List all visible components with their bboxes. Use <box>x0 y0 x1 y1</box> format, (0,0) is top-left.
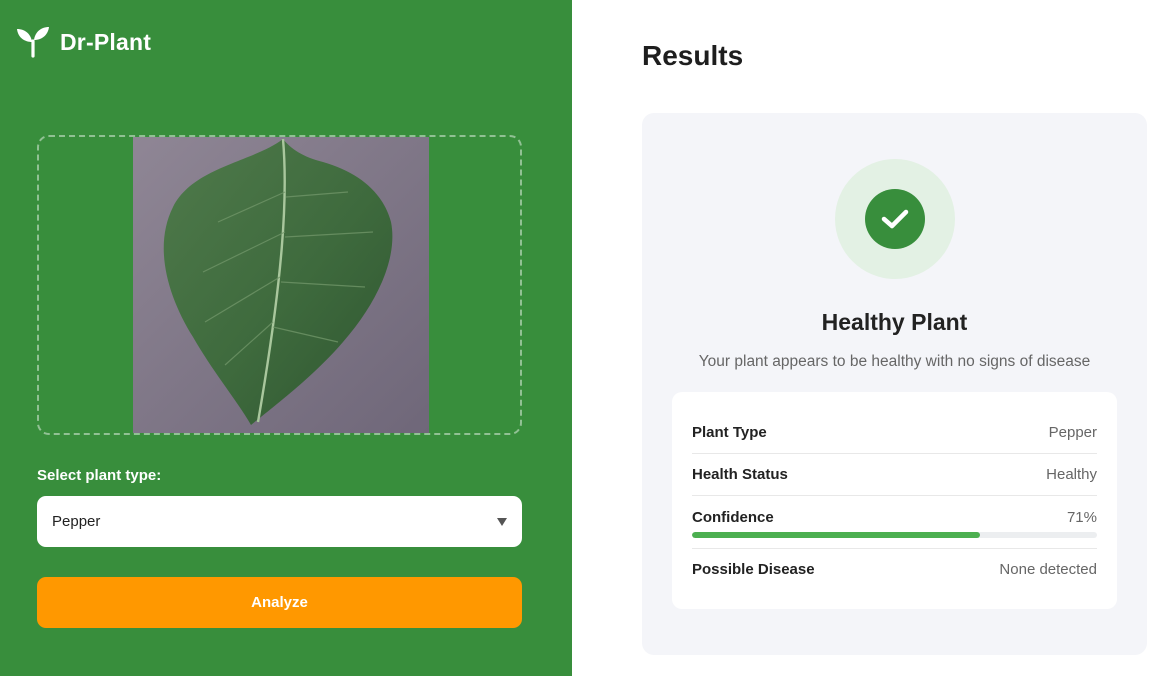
detail-value: Healthy <box>1046 466 1097 483</box>
sprout-icon <box>17 27 49 58</box>
brand[interactable]: Dr-Plant <box>16 26 151 58</box>
detail-label: Possible Disease <box>692 561 815 578</box>
results-title: Results <box>642 40 744 71</box>
plant-type-select[interactable]: Pepper <box>37 496 522 547</box>
detail-value: Pepper <box>1048 424 1097 441</box>
analyze-button[interactable]: Analyze <box>37 577 522 628</box>
check-icon <box>881 209 909 229</box>
detail-value: None detected <box>999 561 1097 578</box>
details-table: Plant Type Pepper Health Status Healthy … <box>672 392 1117 609</box>
detail-label: Health Status <box>692 466 788 483</box>
plant-type-value: Pepper <box>52 513 101 530</box>
pepper-leaf-photo <box>133 137 429 433</box>
result-heading: Healthy Plant <box>821 309 968 335</box>
check-circle-icon <box>865 189 925 249</box>
detail-label: Plant Type <box>692 424 767 441</box>
detail-label: Confidence <box>692 508 774 526</box>
image-upload-zone[interactable] <box>37 135 522 435</box>
detail-row-possible-disease: Possible Disease None detected <box>692 548 1097 590</box>
result-description: Your plant appears to be healthy with no… <box>698 353 1091 370</box>
detail-value: 71% <box>1066 508 1097 526</box>
confidence-progress-fill <box>692 532 980 538</box>
result-card: Healthy Plant Your plant appears to be h… <box>642 113 1147 655</box>
chevron-down-icon <box>497 517 507 526</box>
status-badge <box>835 159 955 279</box>
plant-type-label: Select plant type: <box>37 467 162 484</box>
upload-panel: Dr-Plant Select plant type: Pepper Analy… <box>0 0 572 676</box>
confidence-progress-bar <box>692 532 1097 538</box>
detail-row-plant-type: Plant Type Pepper <box>692 412 1097 454</box>
detail-row-health-status: Health Status Healthy <box>692 454 1097 496</box>
brand-name: Dr-Plant <box>60 28 152 55</box>
